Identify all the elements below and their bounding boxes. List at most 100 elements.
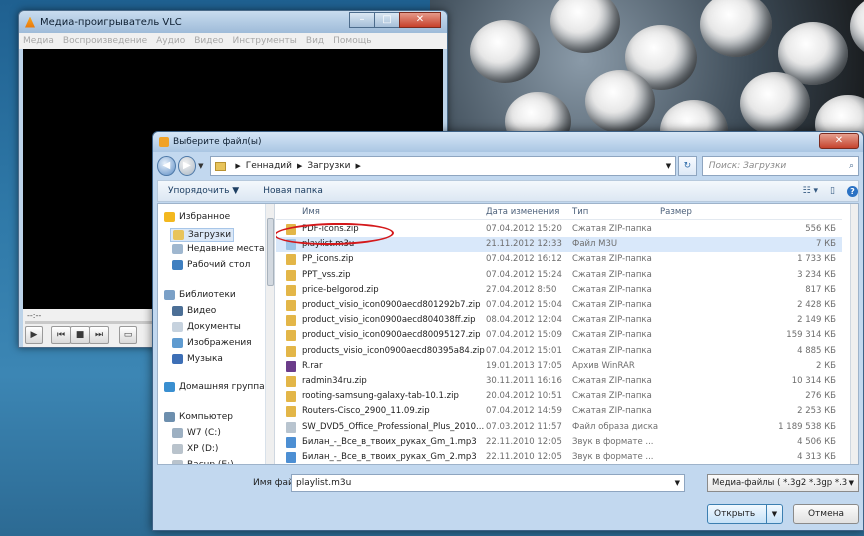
file-row[interactable]: product_visio_icon0900aecd801292b7.zip 07… — [276, 298, 842, 313]
stop-icon[interactable]: ■ — [70, 326, 90, 344]
wallpaper-sphere — [585, 70, 655, 133]
file-list-scrollbar[interactable] — [850, 204, 858, 464]
file-size: 556 КБ — [805, 224, 836, 234]
menu-tools[interactable]: Инструменты — [233, 36, 297, 46]
file-row[interactable]: rooting-samsung-galaxy-tab-10.1.zip 20.04… — [276, 389, 842, 404]
disc-image-icon — [286, 421, 296, 433]
forward-button[interactable]: ▶ — [177, 156, 197, 176]
libraries-icon — [164, 290, 175, 300]
play-button[interactable]: ▶ — [25, 326, 43, 344]
breadcrumb-separator-icon[interactable]: ▶ — [235, 162, 240, 170]
dialog-titlebar[interactable]: Выберите файл(ы) ✕ — [153, 132, 863, 152]
next-icon[interactable]: ⏭ — [89, 326, 109, 344]
file-type: Сжатая ZIP-папка — [572, 376, 652, 386]
maximize-button[interactable]: □ — [374, 12, 400, 28]
file-row[interactable]: products_visio_icon0900aecd80395a84.zip 0… — [276, 344, 842, 359]
minimize-button[interactable]: – — [349, 12, 375, 28]
file-row[interactable]: PPT_vss.zip 07.04.2012 15:24 Сжатая ZIP-па… — [276, 268, 842, 283]
nav-item-label: W7 (C:) — [187, 428, 221, 438]
file-row[interactable]: Билан_-_Все_в_твоих_руках_Gm_2.mp3 22.11.… — [276, 450, 842, 464]
filename-input[interactable]: playlist.m3u ▼ — [291, 474, 685, 492]
back-button[interactable]: ◀ — [157, 156, 176, 176]
nav-item[interactable]: Видео — [172, 306, 216, 316]
change-view-icon[interactable]: ☷ ▾ — [803, 186, 818, 196]
file-date: 21.11.2012 12:33 — [486, 239, 562, 250]
file-name: Билан_-_Все_в_твоих_руках_Gm_1.mp3 — [302, 436, 477, 447]
column-type[interactable]: Тип — [572, 207, 588, 217]
nav-item[interactable]: Избранное — [164, 212, 230, 222]
breadcrumb-user[interactable]: Геннадий — [246, 161, 292, 171]
menu-help[interactable]: Помощь — [333, 36, 371, 46]
nav-item[interactable]: Изображения — [172, 338, 252, 348]
refresh-button[interactable]: ↻ — [678, 156, 697, 176]
navigation-scrollbar[interactable] — [266, 204, 275, 464]
search-icon[interactable]: ⌕ — [849, 161, 854, 171]
menu-media[interactable]: Медиа — [23, 36, 54, 46]
menu-view[interactable]: Вид — [306, 36, 324, 46]
filename-value: playlist.m3u — [296, 478, 352, 488]
search-input[interactable]: Поиск: Загрузки ⌕ — [701, 156, 859, 176]
file-row[interactable]: Билан_-_Все_в_твоих_руках_Gm_1.mp3 22.11.… — [276, 435, 842, 450]
file-row[interactable]: radmin34ru.zip 30.11.2011 16:16 Сжатая ZIP… — [276, 374, 842, 389]
nav-item[interactable]: Домашняя группа — [164, 382, 265, 392]
fullscreen-icon[interactable]: ▭ — [119, 326, 137, 344]
file-row[interactable]: Routers-Cisco_2900_11.09.zip 07.04.2012 1… — [276, 404, 842, 419]
file-row[interactable]: SW_DVD5_Office_Professional_Plus_2010...… — [276, 420, 842, 435]
wallpaper-sphere — [740, 72, 810, 135]
nav-item[interactable]: W7 (C:) — [172, 428, 221, 438]
file-type: Сжатая ZIP-папка — [572, 315, 652, 326]
open-button[interactable]: Открыть ▼ — [707, 504, 783, 524]
menu-video[interactable]: Видео — [194, 36, 223, 46]
nav-item[interactable]: Недавние места — [172, 244, 265, 254]
file-row[interactable]: product_visio_icon0900aecd804038ff.zip 08… — [276, 313, 842, 328]
previous-icon[interactable]: ⏮ — [51, 326, 71, 344]
file-row[interactable]: product_visio_icon0900aecd80095127.zip 07… — [276, 328, 842, 343]
breadcrumb-downloads[interactable]: Загрузки — [307, 161, 350, 171]
file-name: Билан_-_Все_в_твоих_руках_Gm_2.mp3 — [302, 452, 477, 462]
file-date: 07.04.2012 15:01 — [486, 345, 562, 356]
dialog-close-button[interactable]: ✕ — [819, 133, 859, 149]
file-type-filter[interactable]: Медиа-файлы ( *.3g2 *.3gp *.3 ▼ — [707, 474, 859, 492]
close-button[interactable]: ✕ — [399, 12, 441, 28]
file-type: Сжатая ZIP-папка — [572, 284, 652, 295]
file-size: 159 314 КБ — [786, 330, 836, 341]
address-dropdown-icon[interactable]: ▼ — [666, 162, 671, 170]
file-row[interactable]: R.rar 19.01.2013 17:05 Архив WinRAR 2 КБ — [276, 359, 842, 374]
organize-button[interactable]: Упорядочить ▼ — [168, 186, 239, 196]
file-row[interactable]: PP_icons.zip 07.04.2012 16:12 Сжатая ZIP-п… — [276, 252, 842, 267]
nav-item[interactable]: Документы — [172, 322, 241, 332]
scrollbar-thumb[interactable] — [267, 218, 274, 286]
nav-item[interactable]: Рабочий стол — [172, 260, 250, 270]
column-size[interactable]: Размер — [660, 207, 692, 217]
nav-item[interactable]: Музыка — [172, 354, 223, 364]
preview-pane-icon[interactable]: ▯ — [830, 186, 835, 196]
nav-item[interactable]: Загрузки — [170, 228, 235, 242]
file-date: 07.04.2012 15:04 — [486, 300, 562, 310]
help-icon[interactable]: ? — [847, 185, 858, 197]
file-size: 4 506 КБ — [797, 436, 836, 447]
history-dropdown-icon[interactable]: ▼ — [198, 162, 207, 170]
filename-dropdown-icon[interactable]: ▼ — [675, 475, 680, 491]
recent-places-icon — [172, 244, 183, 254]
new-folder-button[interactable]: Новая папка — [263, 186, 323, 196]
nav-item[interactable]: Библиотеки — [164, 290, 236, 300]
nav-item[interactable]: Компьютер — [164, 412, 233, 422]
column-date[interactable]: Дата изменения — [486, 207, 559, 217]
file-row[interactable]: price-belgorod.zip 27.04.2012 8:50 Сжатая … — [276, 283, 842, 298]
file-size: 2 149 КБ — [797, 315, 836, 326]
menu-audio[interactable]: Аудио — [156, 36, 185, 46]
open-split-dropdown-icon[interactable]: ▼ — [766, 505, 782, 523]
cancel-button[interactable]: Отмена — [793, 504, 859, 524]
nav-item[interactable]: XP (D:) — [172, 444, 218, 454]
breadcrumb-separator-icon[interactable]: ▶ — [297, 162, 302, 170]
file-type: Сжатая ZIP-папка — [572, 254, 652, 265]
column-name[interactable]: Имя — [302, 207, 320, 217]
file-type: Сжатая ZIP-папка — [572, 345, 652, 356]
address-bar[interactable]: ▶ Геннадий ▶ Загрузки ▶ ▼ — [210, 156, 677, 176]
vlc-titlebar[interactable]: Медиа-проигрыватель VLC – □ ✕ — [19, 11, 447, 33]
breadcrumb-separator-icon[interactable]: ▶ — [356, 162, 361, 170]
menu-playback[interactable]: Воспроизведение — [63, 36, 147, 46]
file-size: 10 314 КБ — [791, 376, 836, 386]
filter-dropdown-icon[interactable]: ▼ — [849, 475, 854, 491]
nav-item[interactable]: Bacup (E:) — [172, 460, 234, 464]
